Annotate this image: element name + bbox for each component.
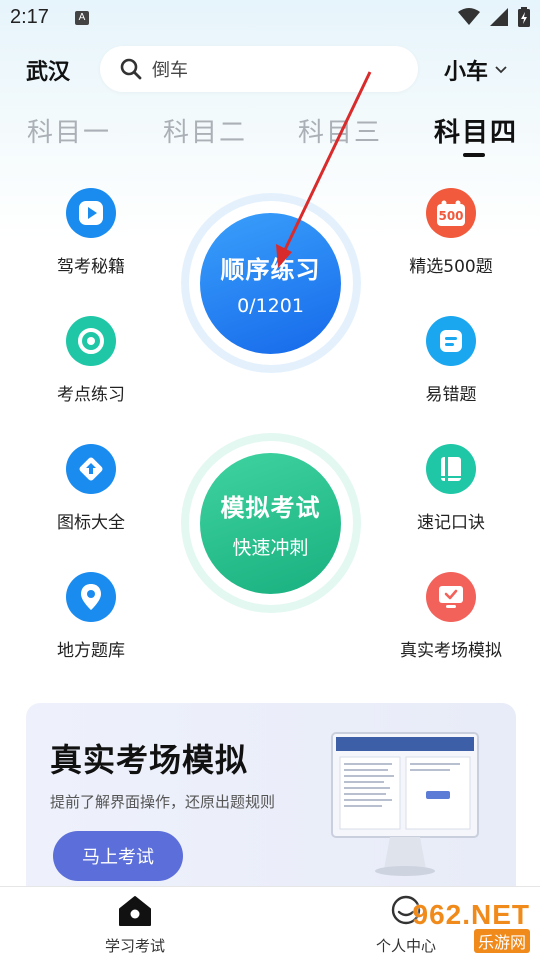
500-badge-text: 500 [438,208,464,223]
driving-tips-label: 驾考秘籍 [57,257,125,277]
keypoint-practice-label: 考点练习 [57,385,125,405]
500-badge-icon: 500 [426,188,476,238]
home-icon [119,896,151,926]
car-type-label: 小车 [444,60,489,85]
wifi-icon [458,8,480,25]
tab-subject-3[interactable]: 科目三 [298,112,382,149]
sign-encyclopedia-item[interactable]: 图标大全 [21,444,161,533]
active-tab-indicator [463,153,485,157]
car-type-selector[interactable]: 小车 [444,54,508,86]
real-exam-banner[interactable]: 真实考场模拟 提前了解界面操作，还原出题规则 马上考试 [26,703,516,903]
play-icon [66,188,116,238]
battery-icon [518,7,530,27]
signal-icon [490,8,508,26]
mock-exam-subtitle: 快速冲刺 [232,536,309,559]
search-icon [120,58,142,80]
exam-monitor-illustration [331,732,479,876]
nav-study[interactable]: 学习考试 [65,895,205,956]
mnemonics-item[interactable]: 速记口诀 [381,444,521,533]
selected-500-item[interactable]: 500 精选500题 [381,188,521,277]
mock-exam-button[interactable]: 模拟考试 快速冲刺 [200,453,341,594]
watermark: 962.NET 乐游网 [412,899,530,953]
sign-encyclopedia-label: 图标大全 [57,513,125,533]
notification-icon: A [75,11,89,25]
mock-exam-title: 模拟考试 [220,493,321,522]
start-exam-button[interactable]: 马上考试 [53,831,183,881]
watermark-brand: 962.NET [412,899,530,930]
mistake-questions-label: 易错题 [425,385,477,405]
real-exam-item[interactable]: 真实考场模拟 [381,572,521,661]
watermark-site: 乐游网 [473,929,530,953]
mistake-questions-item[interactable]: 易错题 [381,316,521,405]
subject-tabs: 科目一 科目二 科目三 科目四 [0,112,540,162]
driving-tips-item[interactable]: 驾考秘籍 [21,188,161,277]
tab-subject-2[interactable]: 科目二 [163,112,247,149]
banner-subtitle: 提前了解界面操作，还原出题规则 [50,793,276,811]
monitor-icon [426,572,476,622]
status-time: 2:17 [10,6,49,28]
keypoint-practice-item[interactable]: 考点练习 [21,316,161,405]
tab-subject-1[interactable]: 科目一 [27,112,111,149]
local-bank-label: 地方题库 [57,641,125,661]
sequential-practice-title: 顺序练习 [220,256,321,284]
tab-subject-4[interactable]: 科目四 [434,112,518,149]
city-selector[interactable]: 武汉 [26,54,70,86]
status-bar: 2:17 A [0,0,540,36]
sequential-practice-button[interactable]: 顺序练习 0/1201 [200,213,341,354]
book-icon [426,444,476,494]
local-bank-item[interactable]: 地方题库 [21,572,161,661]
search-placeholder: 倒车 [152,60,188,81]
sequential-practice-progress: 0/1201 [237,295,304,317]
nav-study-label: 学习考试 [104,937,165,955]
banner-title: 真实考场模拟 [50,741,249,779]
chevron-down-icon [495,66,507,74]
search-bar[interactable]: 倒车 [100,46,418,92]
road-sign-icon [66,444,116,494]
real-exam-label: 真实考场模拟 [400,641,502,661]
location-pin-icon [66,572,116,622]
target-icon [66,316,116,366]
mnemonics-label: 速记口诀 [417,513,485,533]
note-icon [426,316,476,366]
selected-500-label: 精选500题 [409,257,493,277]
